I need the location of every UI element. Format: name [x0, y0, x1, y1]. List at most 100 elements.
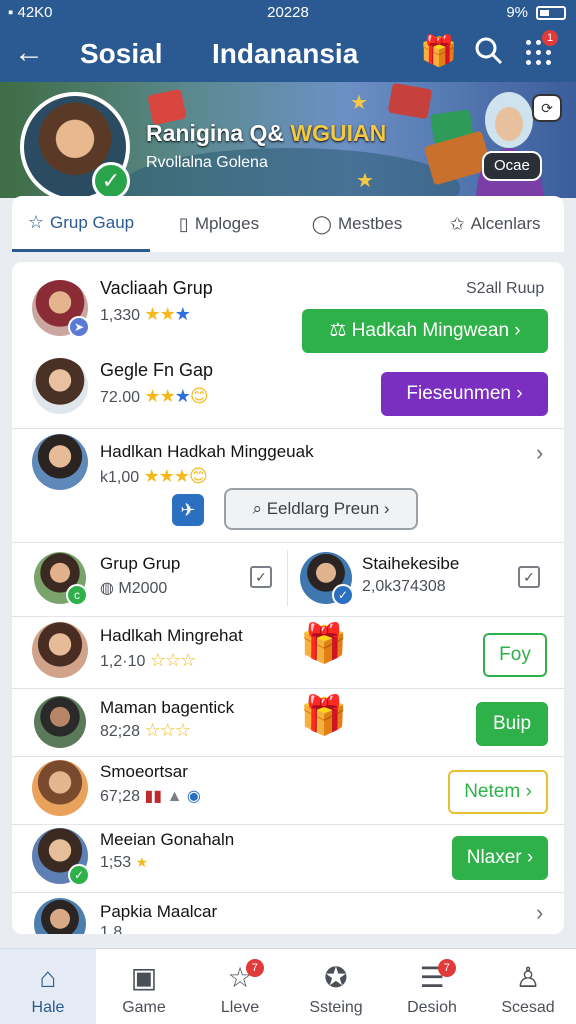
banner-title: Ranigina Q& WGUIAN [146, 120, 387, 146]
avatar [32, 622, 88, 678]
rating-stars: ★★★😊 [143, 466, 208, 486]
twitter-icon[interactable]: ✈ [172, 494, 204, 526]
list-item-meta: ◍ M2000 [100, 580, 168, 597]
notification-badge: 1 [542, 30, 558, 46]
avatar [34, 898, 86, 934]
divider [12, 688, 564, 689]
nav-home[interactable]: ⌂ Hale [0, 949, 96, 1024]
list-item-meta: 1.8 [100, 924, 123, 934]
gift-icon[interactable]: 🎁 [300, 694, 347, 738]
decor-book-icon [387, 82, 433, 120]
checkbox[interactable]: ✓ [250, 566, 272, 588]
avatar [32, 434, 88, 490]
star-outline-icon: ✩ [449, 213, 465, 234]
list-item-name: Smoeortsar [100, 762, 188, 781]
list-item-name: Staihekesibe [362, 554, 460, 573]
home-icon: ⌂ [39, 962, 57, 993]
list-item-name: Vacliaah Grup [100, 278, 213, 298]
chevron-right-icon[interactable]: › [536, 440, 543, 466]
avatar [32, 358, 88, 414]
list-item-meta: 2,0k374308 [362, 578, 446, 595]
checkbox[interactable]: ✓ [518, 566, 540, 588]
list-item-button[interactable]: Foy [483, 633, 547, 677]
app-bar: ← Sosial Indanansia 🎁 1 [0, 26, 576, 82]
nav-desioh[interactable]: ☰ 7 Desioh [384, 949, 480, 1024]
rating-stars: ★ [135, 854, 149, 870]
avatar: ✓ [300, 552, 354, 606]
app-title: Sosial [80, 38, 163, 69]
list-item-button[interactable]: ⚖ Hadkah Mingwean › [302, 309, 548, 353]
chevron-right-icon[interactable]: › [536, 900, 543, 926]
nav-ssteing[interactable]: ✪ Ssteing [288, 949, 384, 1024]
group-list: ➤ Vacliaah Grup 1,330 ★★★ S2all Ruup ⚖ H… [12, 262, 564, 934]
list-item-name: Grup Grup [100, 554, 181, 573]
divider [12, 892, 564, 893]
list-item-name: Maman bagentick [100, 698, 235, 717]
notification-badge: 7 [437, 959, 456, 977]
message-icon: ☰ [419, 962, 445, 993]
rating-stars: ☆☆☆ [149, 650, 196, 670]
search-preview-button[interactable]: ⌕ Eeldlarg Preun › [224, 488, 418, 530]
online-icon: c [66, 584, 88, 606]
battery-icon [536, 5, 566, 20]
list-item-meta: 1,2·10 ☆☆☆ [100, 650, 196, 670]
send-icon: ➤ [68, 316, 90, 338]
decor-star-icon: ★ [350, 92, 368, 114]
divider [12, 824, 564, 825]
notification-badge: 7 [245, 959, 264, 977]
list-item-name: Gegle Fn Gap [100, 360, 214, 380]
app-subtitle: Indanansia [212, 38, 359, 69]
verified-check-icon: ✓ [92, 162, 130, 200]
back-arrow-icon[interactable]: ← [14, 36, 44, 70]
star-icon: ☆ [227, 962, 253, 993]
avatar: ➤ [32, 280, 90, 338]
badge-icon: ▯ [178, 213, 189, 234]
nav-lleve[interactable]: ☆ 7 Lleve [192, 949, 288, 1024]
divider [12, 542, 564, 543]
star-icon: ☆ [27, 212, 45, 232]
gift-icon[interactable]: 🎁 [300, 622, 347, 666]
share-icon[interactable]: ⟳ [532, 94, 562, 122]
list-item-name: Papkia Maalcar [100, 902, 218, 921]
tab-mploges[interactable]: ▯ Mploges [150, 196, 288, 252]
list-item-meta: 1;53 ★ [100, 854, 149, 871]
bottom-nav: ⌂ Hale ▣ Game ☆ 7 Lleve ✪ Ssteing ☰ 7 De… [0, 948, 576, 1024]
profile-avatar[interactable]: ✓ [20, 92, 130, 202]
header-right-label: S2all Ruup [466, 280, 545, 297]
rating-stars: ★★★😊 [144, 386, 209, 406]
list-item-name: Hadlkah Mingrehat [100, 626, 243, 645]
tab-mestbes[interactable]: ◯ Mestbes [288, 196, 426, 252]
battery-percent: 9% [506, 4, 528, 21]
list-item-name: Meeian Gonahaln [100, 830, 235, 849]
avatar: c [34, 552, 88, 606]
nav-game[interactable]: ▣ Game [96, 949, 192, 1024]
chat-icon: ◯ [311, 213, 332, 234]
online-icon: ✓ [68, 864, 90, 886]
tab-grup-gaup[interactable]: ☆ Grup Gaup [12, 196, 150, 252]
tab-bar: ☆ Grup Gaup ▯ Mploges ◯ Mestbes ✩ Alcenl… [12, 196, 564, 252]
divider [12, 616, 564, 617]
list-item-button[interactable]: Netem › [448, 770, 548, 814]
search-icon[interactable] [474, 36, 504, 66]
list-item-meta: 1,330 ★★★ [100, 304, 191, 324]
list-item-button[interactable]: Buip [476, 702, 548, 746]
tab-alcenlars[interactable]: ✩ Alcenlars [426, 196, 564, 252]
list-item-meta: k1,00 ★★★😊 [100, 466, 208, 486]
nav-scesad[interactable]: ♙ Scesad [480, 949, 576, 1024]
divider [12, 756, 564, 757]
game-icon: ▣ [130, 962, 158, 993]
gift-icon[interactable]: 🎁 [420, 34, 457, 69]
list-item-button[interactable]: Fieseunmen › [381, 372, 548, 416]
verified-icon: ✓ [332, 584, 354, 606]
list-item-meta: 67;28 ▮▮ ▲ ◉ [100, 788, 201, 805]
divider [287, 550, 288, 606]
list-item-name: Hadlkan Hadkah Minggeuak [100, 442, 314, 461]
trophy-icon: ✪ [324, 962, 348, 993]
list-item-meta: 72.00 ★★★😊 [100, 386, 209, 406]
banner-action-button[interactable]: Ocae [482, 151, 542, 181]
avatar: ✓ [32, 828, 90, 886]
list-item-meta: 82;28 ☆☆☆ [100, 720, 191, 740]
list-item-button[interactable]: Nlaxer › [452, 836, 548, 880]
decor-star-icon: ★ [356, 170, 374, 192]
avatar [34, 696, 86, 748]
